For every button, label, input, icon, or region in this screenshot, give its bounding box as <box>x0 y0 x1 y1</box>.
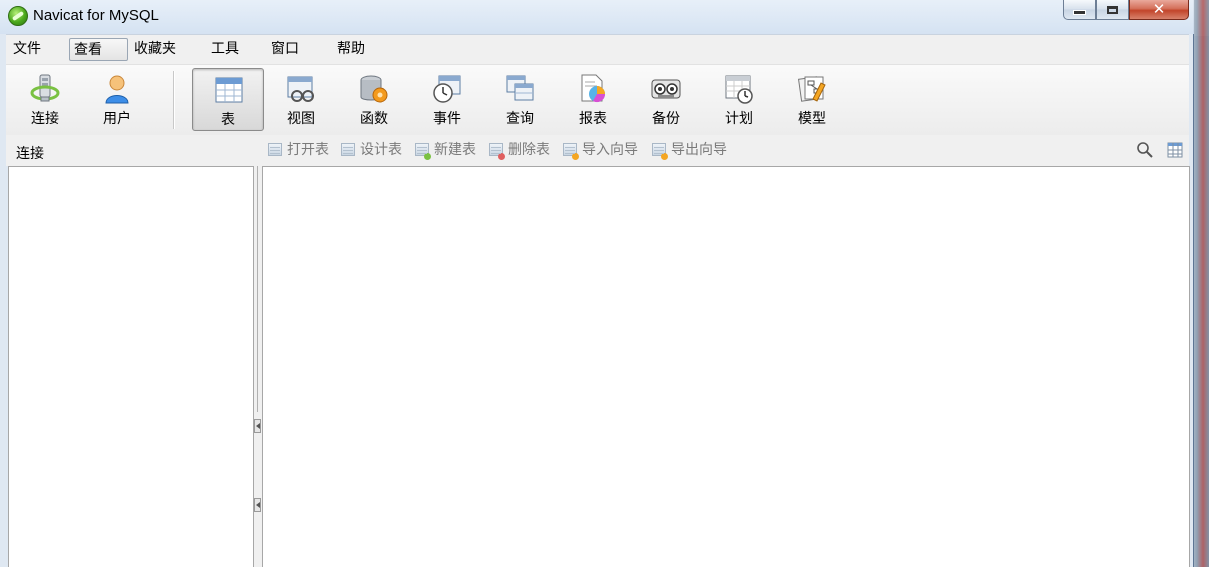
query-icon <box>506 75 534 101</box>
connection-icon <box>30 74 60 102</box>
collapse-left-arrow-icon[interactable] <box>254 498 261 512</box>
design-table-button[interactable]: 设计表 <box>341 141 402 159</box>
pane-splitter[interactable] <box>254 166 262 567</box>
toolbar-event-button[interactable]: 事件 <box>411 68 483 131</box>
object-list-pane[interactable] <box>262 166 1190 567</box>
schedule-icon <box>725 75 753 104</box>
open-table-label: 打开表 <box>287 142 329 158</box>
delete-table-label: 删除表 <box>508 142 550 158</box>
export-wizard-button[interactable]: 导出向导 <box>652 141 727 160</box>
new-table-icon <box>415 143 431 160</box>
menu-file[interactable]: 文件 <box>9 38 45 61</box>
menu-tools[interactable]: 工具 <box>207 38 243 61</box>
close-icon: ✕ <box>1152 0 1166 18</box>
toolbar-view-label: 视图 <box>287 111 315 127</box>
toolbar-schedule-label: 计划 <box>725 111 753 127</box>
new-table-button[interactable]: 新建表 <box>415 141 476 160</box>
import-wizard-button[interactable]: 导入向导 <box>563 141 638 160</box>
report-icon <box>581 74 606 103</box>
delete-table-icon <box>489 143 505 160</box>
toolbar-model-button[interactable]: 模型 <box>776 68 848 131</box>
toolbar-user-button[interactable]: 用户 <box>81 68 153 131</box>
toolbar-report-label: 报表 <box>579 111 607 127</box>
menu-help[interactable]: 帮助 <box>333 38 369 61</box>
toolbar-schedule-button[interactable]: 计划 <box>703 68 775 131</box>
view-icon <box>287 76 314 102</box>
toolbar-connection-label: 连接 <box>31 111 59 127</box>
delete-table-button[interactable]: 删除表 <box>489 141 550 160</box>
export-wizard-label: 导出向导 <box>671 142 727 158</box>
object-toolbar: 连接 打开表 设计表 新建表 删除表 导入向导 导出向导 <box>6 135 1189 166</box>
connection-tree-pane[interactable] <box>8 166 254 567</box>
import-wizard-icon <box>563 143 579 160</box>
design-table-icon <box>341 143 355 156</box>
import-wizard-label: 导入向导 <box>582 142 638 158</box>
toolbar-query-button[interactable]: 查询 <box>484 68 556 131</box>
search-icon[interactable] <box>1136 141 1154 159</box>
toolbar-user-label: 用户 <box>103 111 131 127</box>
main-toolbar: 连接 用户 表 视图 函数 事件 查询 报表 备份 计划 模型 <box>6 64 1189 136</box>
splitter-line <box>257 166 258 412</box>
toolbar-backup-button[interactable]: 备份 <box>630 68 702 131</box>
backup-icon <box>651 79 681 99</box>
navicat-app-icon[interactable] <box>8 6 28 26</box>
toolbar-function-button[interactable]: 函数 <box>338 68 410 131</box>
toolbar-event-label: 事件 <box>433 111 461 127</box>
open-table-button[interactable]: 打开表 <box>268 141 329 159</box>
grid-view-icon[interactable] <box>1166 141 1184 159</box>
close-button[interactable]: ✕ <box>1129 0 1189 20</box>
user-icon <box>105 75 129 104</box>
toolbar-connection-button[interactable]: 连接 <box>9 68 81 131</box>
toolbar-query-label: 查询 <box>506 111 534 127</box>
toolbar-report-button[interactable]: 报表 <box>557 68 629 131</box>
new-table-label: 新建表 <box>434 142 476 158</box>
open-table-icon <box>268 143 282 156</box>
title-bar[interactable]: Navicat for MySQL ✕ <box>0 0 1194 34</box>
menu-view[interactable]: 查看 <box>69 38 128 61</box>
collapse-left-arrow-icon[interactable] <box>254 419 261 433</box>
maximize-button[interactable] <box>1096 0 1129 20</box>
menu-favorites[interactable]: 收藏夹 <box>130 38 180 61</box>
design-table-label: 设计表 <box>360 142 402 158</box>
connection-pane-title: 连接 <box>16 146 44 162</box>
window-title: Navicat for MySQL <box>33 7 159 24</box>
app-window: Navicat for MySQL ✕ 文件 查看 收藏夹 工具 窗口 帮助 连… <box>0 0 1194 567</box>
toolbar-separator <box>173 71 175 129</box>
minimize-icon <box>1073 10 1086 15</box>
menu-bar: 文件 查看 收藏夹 工具 窗口 帮助 <box>6 34 1189 65</box>
model-icon <box>797 76 826 102</box>
export-wizard-icon <box>652 143 668 160</box>
toolbar-model-label: 模型 <box>798 111 826 127</box>
function-icon <box>360 75 388 103</box>
toolbar-view-button[interactable]: 视图 <box>265 68 337 131</box>
menu-window[interactable]: 窗口 <box>267 38 303 61</box>
minimize-button[interactable] <box>1063 0 1096 20</box>
toolbar-table-label: 表 <box>221 112 235 128</box>
event-icon <box>433 75 461 103</box>
window-controls: ✕ <box>1063 0 1191 22</box>
toolbar-backup-label: 备份 <box>652 111 680 127</box>
table-icon <box>215 77 243 103</box>
maximize-icon <box>1107 5 1118 14</box>
toolbar-table-button[interactable]: 表 <box>192 68 264 131</box>
toolbar-function-label: 函数 <box>360 111 388 127</box>
